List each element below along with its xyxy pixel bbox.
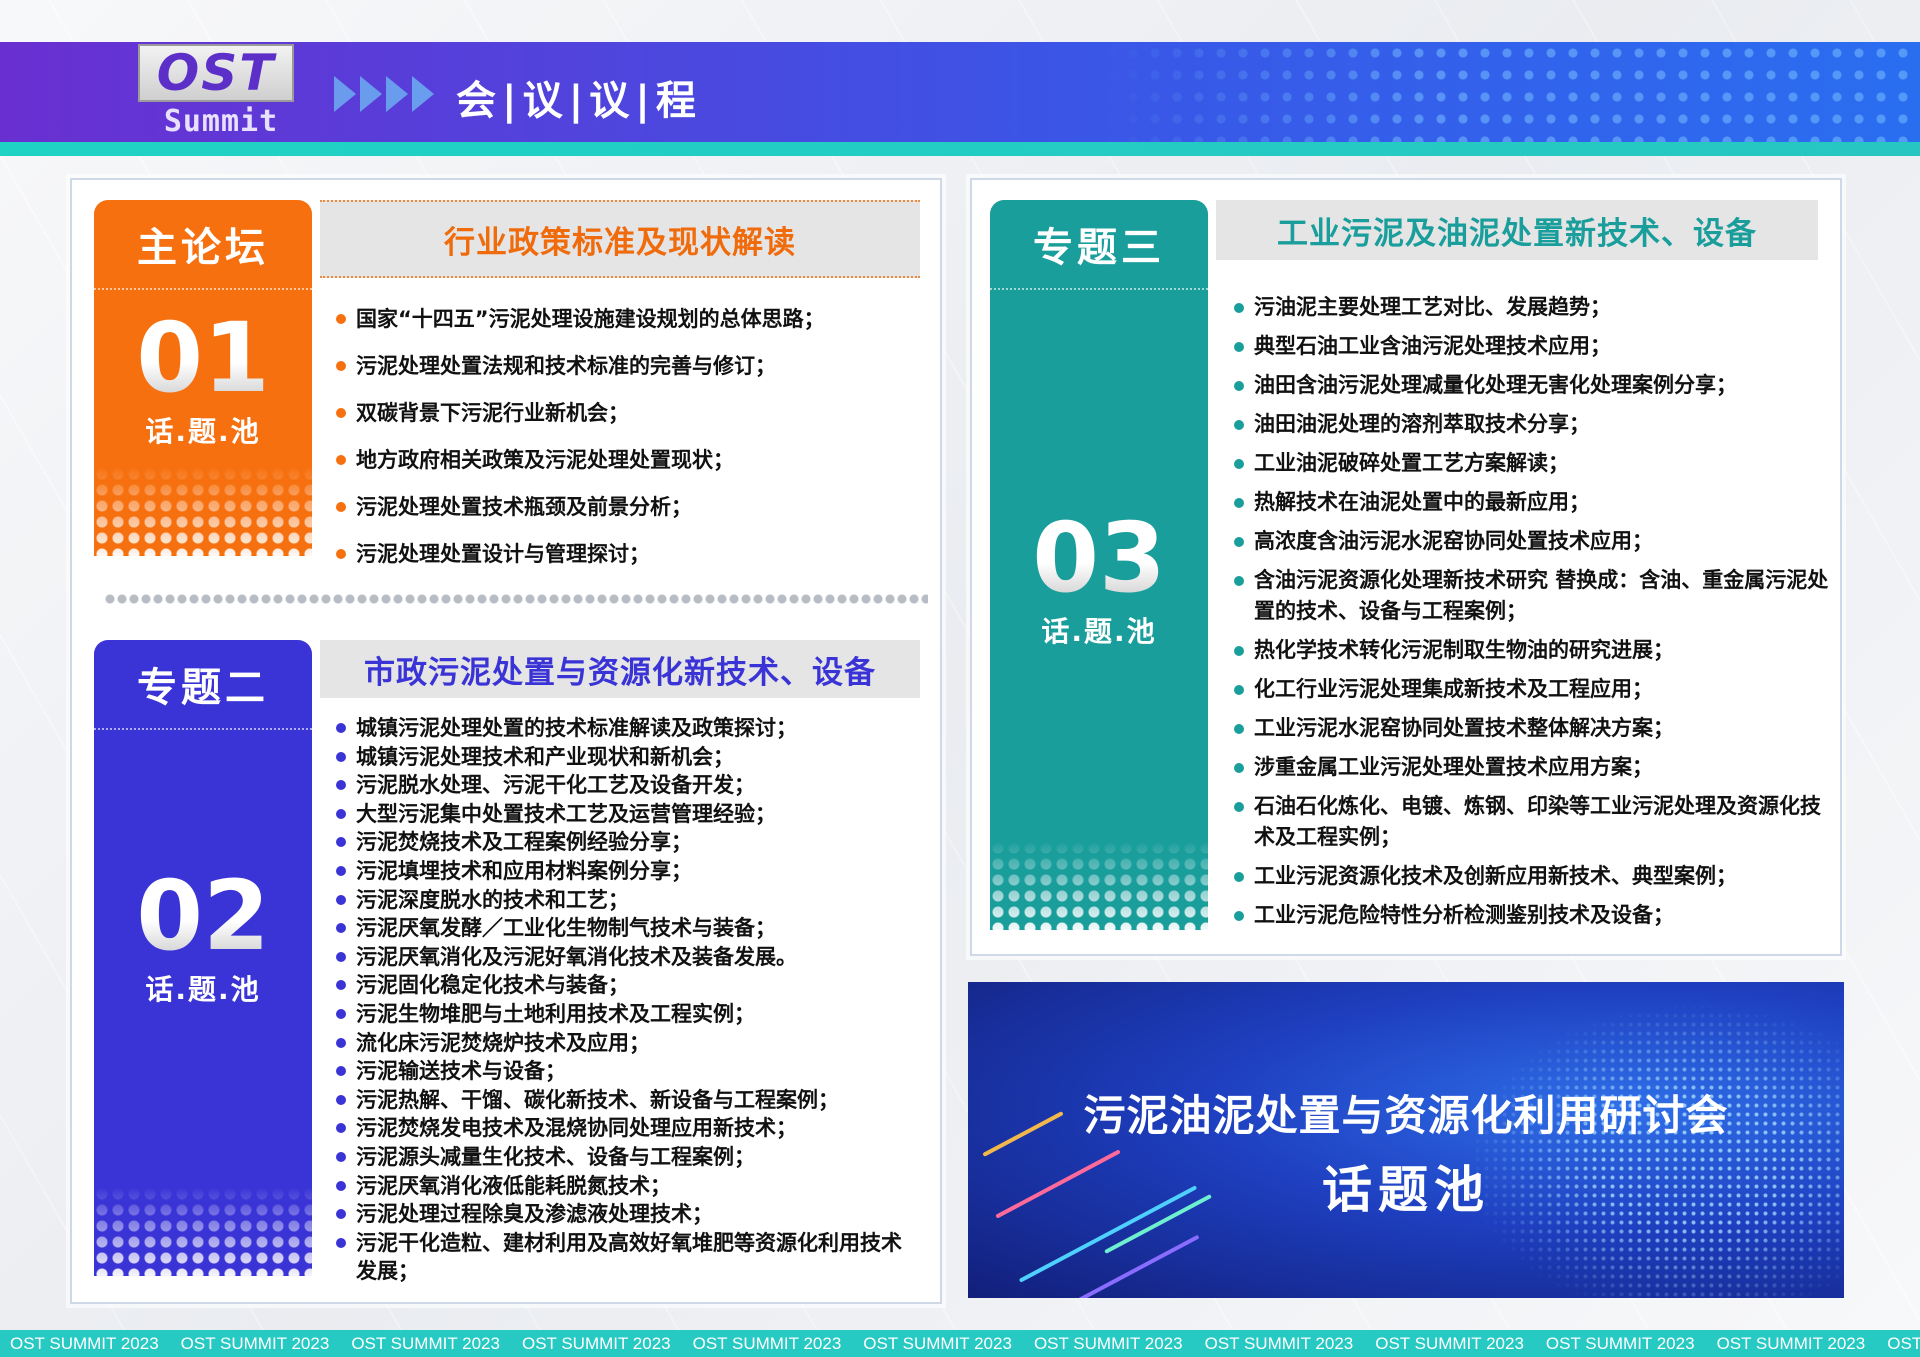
footer-strip: OST SUMMIT 2023 OST SUMMIT 2023 OST SUMMIT… xyxy=(0,1330,1920,1357)
symposium-banner: 污泥油泥处置与资源化利用研讨会 话题池 xyxy=(968,982,1844,1298)
topic-list-item: 污泥焚烧技术及工程案例经验分享； xyxy=(332,828,922,857)
arrow-decoration-icon xyxy=(334,76,434,116)
topic-list-item: 污泥深度脱水的技术和工艺； xyxy=(332,886,922,915)
topic-list-item: 污泥处理过程除臭及渗滤液处理技术； xyxy=(332,1200,922,1229)
topic-list-item: 污泥固化稳定化技术与装备； xyxy=(332,971,922,1000)
topic-list-item: 地方政府相关政策及污泥处理处置现状； xyxy=(332,437,922,484)
footer-label: OST SUMMIT 2023 xyxy=(1716,1333,1866,1353)
topic-list-item: 污泥输送技术与设备； xyxy=(332,1057,922,1086)
topic-list-item: 油田含油污泥处理减量化处理无害化处理案例分享； xyxy=(1230,370,1830,401)
topic-list-item: 国家“十四五”污泥处理设施建设规划的总体思路； xyxy=(332,296,922,343)
logo-text: OST xyxy=(156,44,276,102)
topic-list-item: 流化床污泥焚烧炉技术及应用； xyxy=(332,1029,922,1058)
banner-subtitle: 话题池 xyxy=(1322,1161,1490,1219)
topic-list-item: 污泥热解、干馏、碳化新技术、新设备与工程案例； xyxy=(332,1086,922,1115)
topic-three-section-title: 工业污泥及油泥处置新技术、设备 xyxy=(1216,200,1818,260)
topic-three-tag-title: 专题三 xyxy=(990,200,1208,290)
topic-list-item: 污泥脱水处理、污泥干化工艺及设备开发； xyxy=(332,771,922,800)
footer-label: OST SUMMIT 2023 xyxy=(692,1333,842,1353)
main-forum-tag-title: 主论坛 xyxy=(94,200,312,290)
topic-list-item: 污泥处理处置法规和技术标准的完善与修订； xyxy=(332,343,922,390)
topic-list-item: 工业污泥水泥窑协同处置技术整体解决方案； xyxy=(1230,713,1830,744)
topic-two-section-title: 市政污泥处置与资源化新技术、设备 xyxy=(320,640,920,698)
topic-list-item: 城镇污泥处理处置的技术标准解读及政策探讨； xyxy=(332,714,922,743)
main-forum-tag: 主论坛 01 话.题.池 xyxy=(94,200,312,556)
halftone-decoration xyxy=(94,466,312,556)
footer-label: OST SUMMIT 2023 xyxy=(1545,1333,1695,1353)
dotted-divider xyxy=(104,594,928,604)
main-forum-section-title: 行业政策标准及现状解读 xyxy=(320,200,920,278)
topic-two-number: 02 xyxy=(94,868,312,964)
footer-label: OST SUMMIT 2023 xyxy=(863,1333,1012,1353)
topic-list-item: 含油污泥资源化处理新技术研究 替换成：含油、重金属污泥处置的技术、设备与工程案例… xyxy=(1230,565,1830,627)
header-dot-pattern xyxy=(1100,42,1920,142)
footer-label: OST SUMMIT 2023 xyxy=(521,1333,671,1353)
logo-subtext: Summit xyxy=(163,104,279,139)
topic-three-pool-label: 话.题.池 xyxy=(1041,615,1157,648)
topic-list-item: 大型污泥集中处置技术工艺及运营管理经验； xyxy=(332,800,922,829)
main-forum-topic-list: 国家“十四五”污泥处理设施建设规划的总体思路； 污泥处理处置法规和技术标准的完善与… xyxy=(332,296,922,578)
topic-list-item: 污泥生物堆肥与土地利用技术及工程实例； xyxy=(332,1000,922,1029)
topic-list-item: 污泥处理处置设计与管理探讨； xyxy=(332,531,922,578)
topic-list-item: 油田油泥处理的溶剂萃取技术分享； xyxy=(1230,409,1830,440)
halftone-decoration xyxy=(990,840,1208,930)
halftone-decoration xyxy=(94,1186,312,1276)
page-title: 会|议|议|程 xyxy=(456,78,702,124)
topic-list-item: 污油泥主要处理工艺对比、发展趋势； xyxy=(1230,292,1830,323)
topic-list-item: 热解技术在油泥处置中的最新应用； xyxy=(1230,487,1830,518)
logo-box: OST xyxy=(138,44,294,102)
banner-title: 污泥油泥处置与资源化利用研讨会 xyxy=(1083,1091,1729,1140)
footer-label: OST SUMMIT 2023 xyxy=(1375,1333,1524,1353)
topic-two-topic-list: 城镇污泥处理处置的技术标准解读及政策探讨； 城镇污泥处理技术和产业现状和新机会；污… xyxy=(332,714,922,1286)
topic-list-item: 双碳背景下污泥行业新机会； xyxy=(332,390,922,437)
topic-list-item: 工业污泥资源化技术及创新应用新技术、典型案例； xyxy=(1230,861,1830,892)
topic-three-number: 03 xyxy=(990,510,1208,606)
footer-label: OST SUMMIT 2023 xyxy=(351,1333,500,1353)
footer-label: OST SUMMIT 2023 xyxy=(180,1333,330,1353)
topic-list-item: 污泥焚烧发电技术及混烧协同处理应用新技术； xyxy=(332,1114,922,1143)
topic-list-item: 污泥厌氧发酵／工业化生物制气技术与装备； xyxy=(332,914,922,943)
topic-list-item: 高浓度含油污泥水泥窑协同处置技术应用； xyxy=(1230,526,1830,557)
topic-list-item: 污泥厌氧消化液低能耗脱氮技术； xyxy=(332,1172,922,1201)
ost-summit-logo: OST Summit xyxy=(138,44,294,140)
topic-list-item: 热化学技术转化污泥制取生物油的研究进展； xyxy=(1230,635,1830,666)
header-accent-strip xyxy=(0,142,1920,156)
topic-two-tag: 专题二 02 话.题.池 xyxy=(94,640,312,1276)
footer-label: OST SUMMIT 2023 xyxy=(1887,1333,1920,1353)
topic-list-item: 污泥源头减量生化技术、设备与工程案例； xyxy=(332,1143,922,1172)
topic-list-item: 工业油泥破碎处置工艺方案解读； xyxy=(1230,448,1830,479)
main-forum-pool-label: 话.题.池 xyxy=(145,415,261,448)
topic-two-tag-title: 专题二 xyxy=(94,640,312,730)
main-forum-number: 01 xyxy=(94,310,312,406)
topic-list-item: 化工行业污泥处理集成新技术及工程应用； xyxy=(1230,674,1830,705)
topic-list-item: 污泥干化造粒、建材利用及高效好氧堆肥等资源化利用技术发展； xyxy=(332,1229,922,1286)
topic-list-item: 污泥厌氧消化及污泥好氧消化技术及装备发展。 xyxy=(332,943,922,972)
footer-label: OST SUMMIT 2023 xyxy=(1033,1333,1183,1353)
topic-list-item: 城镇污泥处理技术和产业现状和新机会； xyxy=(332,743,922,772)
footer-label: OST SUMMIT 2023 xyxy=(10,1333,159,1353)
topic-list-item: 工业污泥危险特性分析检测鉴别技术及设备； xyxy=(1230,900,1830,931)
topic-list-item: 石油石化炼化、电镀、炼钢、印染等工业污泥处理及资源化技术及工程实例； xyxy=(1230,791,1830,853)
topic-three-tag: 专题三 03 话.题.池 xyxy=(990,200,1208,930)
topic-list-item: 污泥处理处置技术瓶颈及前景分析； xyxy=(332,484,922,531)
topic-list-item: 污泥填埋技术和应用材料案例分享； xyxy=(332,857,922,886)
topic-two-pool-label: 话.题.池 xyxy=(145,973,261,1006)
topic-list-item: 涉重金属工业污泥处理处置技术应用方案； xyxy=(1230,752,1830,783)
footer-label: OST SUMMIT 2023 xyxy=(1204,1333,1354,1353)
topic-three-topic-list: 污油泥主要处理工艺对比、发展趋势； 典型石油工业含油污泥处理技术应用； 油田含油污泥… xyxy=(1230,292,1830,939)
topic-list-item: 典型石油工业含油污泥处理技术应用； xyxy=(1230,331,1830,362)
